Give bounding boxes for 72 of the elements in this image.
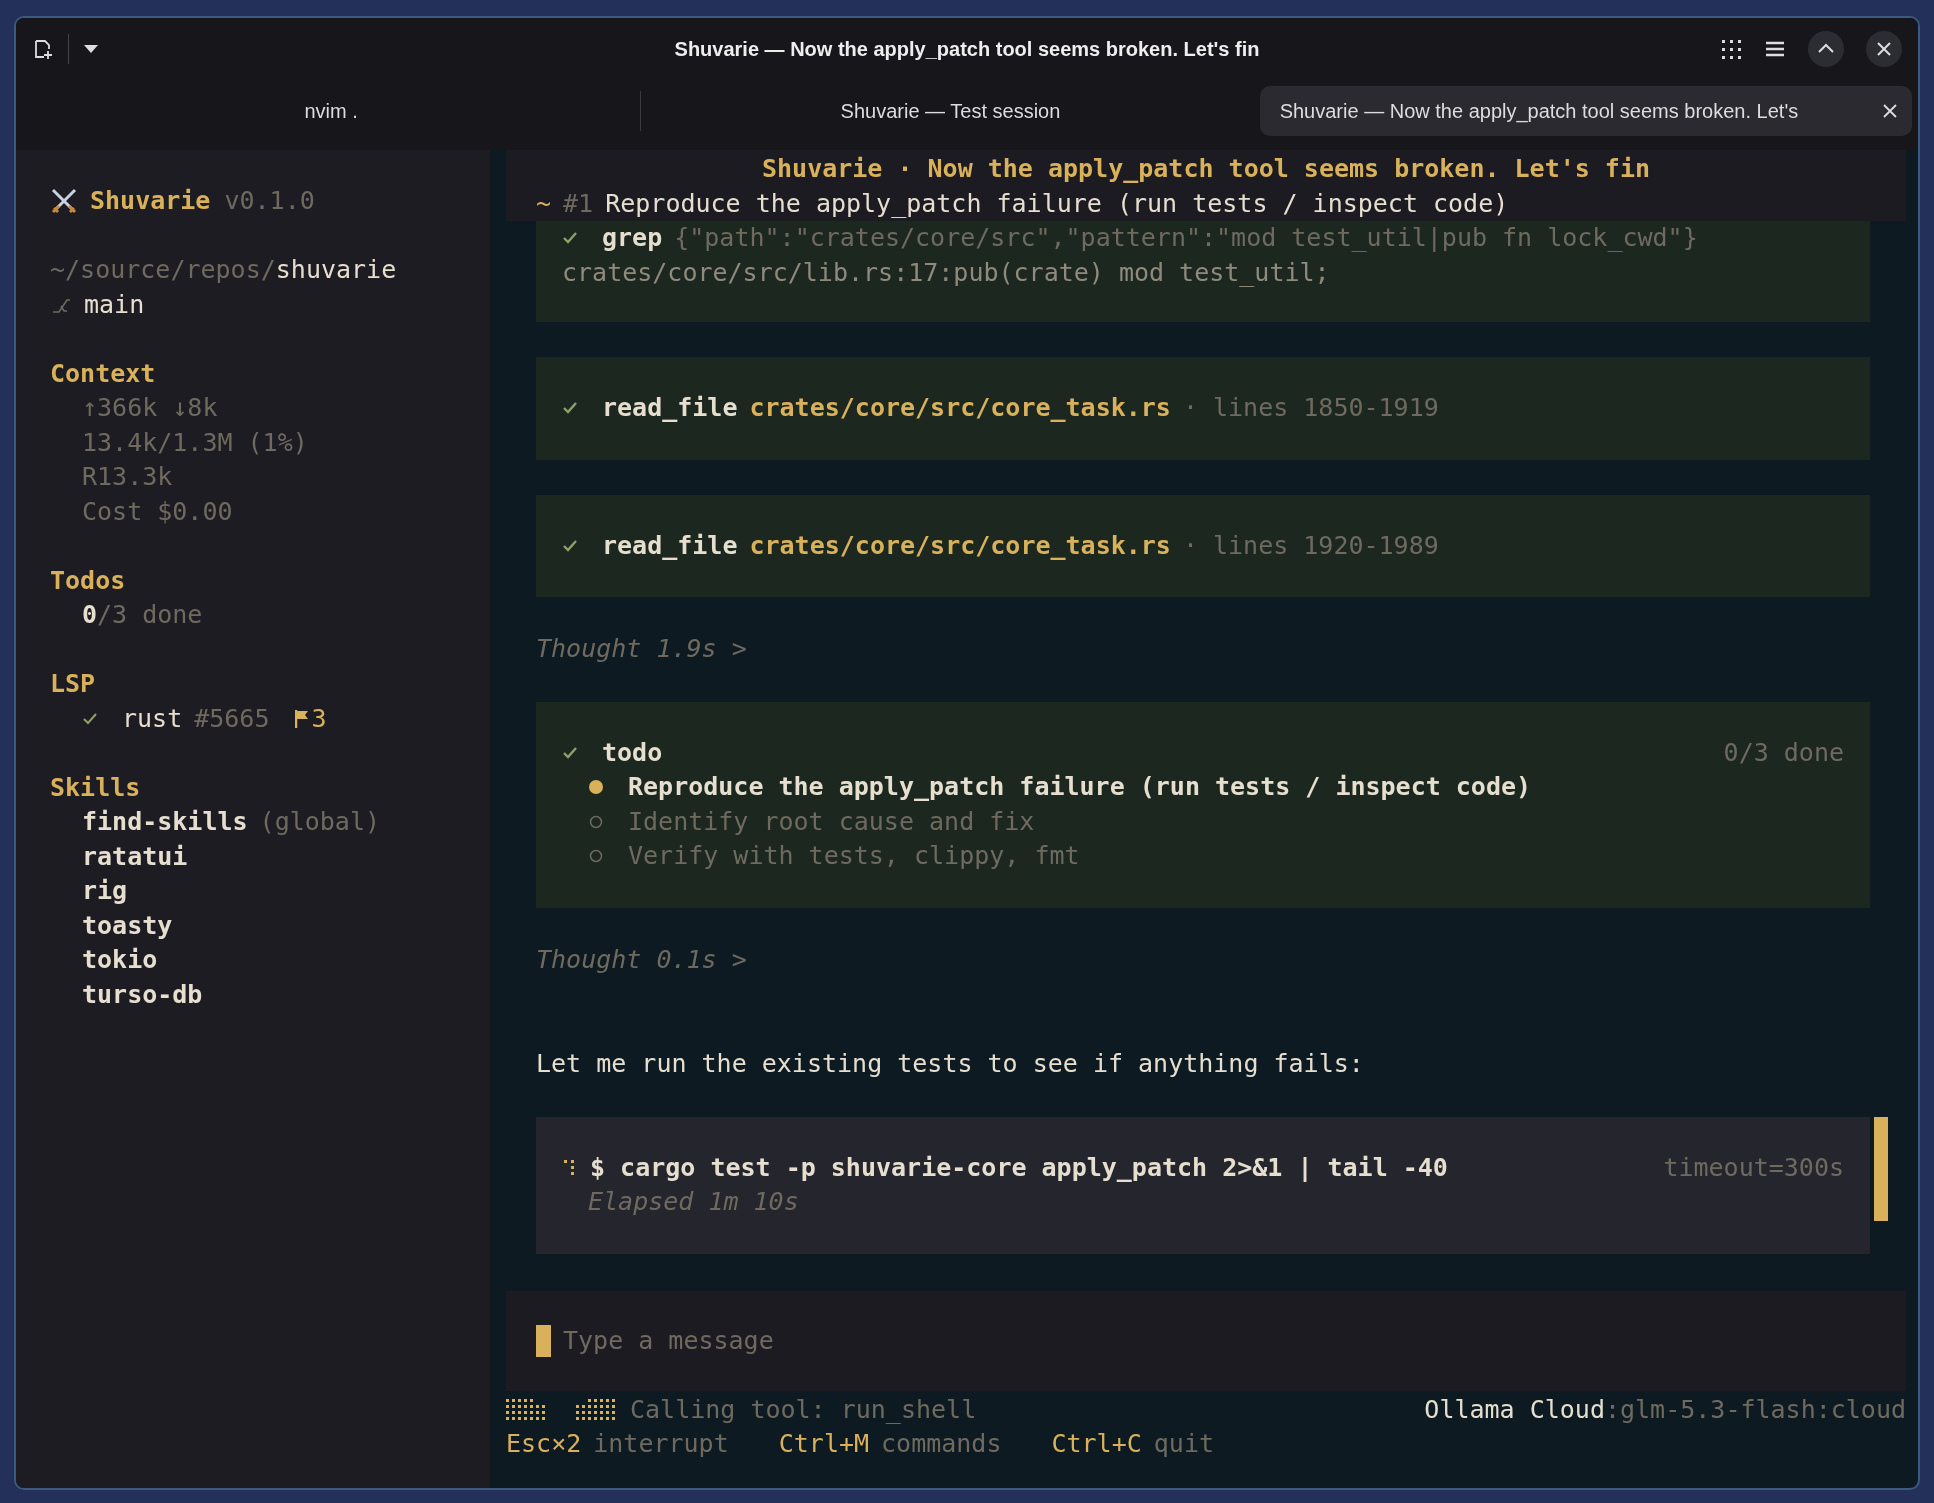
skill-name: rig xyxy=(82,875,128,907)
dropdown-caret-icon[interactable] xyxy=(83,44,99,54)
todo-item: Verify with tests, clippy, fmt xyxy=(628,840,1080,872)
app-name: Shuvarie xyxy=(90,185,211,217)
elapsed-time: Elapsed 1m 10s xyxy=(587,1186,800,1218)
context-stat: R13.3k xyxy=(81,461,174,493)
todo-count: 0/3 done xyxy=(1723,736,1844,769)
flag-icon xyxy=(295,708,310,729)
shell-command: $ cargo test -p shuvarie-core apply_patch 2>&1 | tail -40 xyxy=(590,1151,1448,1184)
branch-name: main xyxy=(84,288,145,321)
section-title: Skills xyxy=(50,771,142,804)
shortcut-key: Esc×2 xyxy=(506,1427,582,1462)
tool-output: crates/core/src/lib.rs:17:pub(crate) mod test_util; xyxy=(562,256,1331,289)
spinner-icon xyxy=(576,1398,618,1421)
shortcut-label: interrupt xyxy=(593,1428,729,1460)
section-title: Todos xyxy=(50,564,127,597)
app-version: v0.1.0 xyxy=(224,185,315,217)
file-path: crates/core/src/core_task.rs xyxy=(749,529,1171,562)
repo-path: ~/source/repos/ xyxy=(50,254,276,286)
grid-icon[interactable] xyxy=(1720,38,1742,60)
crossed-swords-icon xyxy=(50,188,78,215)
tool-name: read_file xyxy=(602,529,738,562)
repo-folder: shuvarie xyxy=(275,254,397,286)
session-title: Shuvarie · Now the apply_patch tool seems broken. Let's fin xyxy=(761,153,1651,185)
tool-name: read_file xyxy=(602,392,738,424)
section-title: Context xyxy=(50,357,157,390)
line-range: · lines 1850-1919 xyxy=(1182,392,1439,424)
skill-scope: (global) xyxy=(259,806,380,838)
text-cursor xyxy=(536,1324,551,1357)
tab[interactable]: Shuvarie — Now the apply_patch tool seems broken. Let's xyxy=(1259,86,1912,136)
window-title: Shuvarie — Now the apply_patch tool seems broken. Let's fin xyxy=(674,37,1260,61)
todo-number: #1 xyxy=(563,187,594,220)
todo-summary: 0/3 done xyxy=(81,599,204,631)
shortcut-label: commands xyxy=(881,1428,1002,1460)
current-todo: Reproduce the apply_patch failure (run tests / inspect code) xyxy=(605,187,1509,220)
shortcut-label: quit xyxy=(1153,1428,1214,1460)
command-timeout: timeout=300s xyxy=(1663,1151,1844,1184)
todo-item: Identify root cause and fix xyxy=(628,805,1035,838)
file-path: crates/core/src/core_task.rs xyxy=(749,392,1171,424)
skill-name: tokio xyxy=(82,944,158,976)
context-stat: ↑366k ↓8k xyxy=(81,392,219,424)
maximize-button[interactable] xyxy=(1808,31,1844,67)
lsp-server-id: #5665 xyxy=(194,702,270,735)
skill-name: toasty xyxy=(82,909,173,942)
menu-icon[interactable] xyxy=(1764,40,1786,58)
skill-name: find-skills xyxy=(82,806,248,838)
skill-name: turso-db xyxy=(82,978,203,1011)
spinner-icon xyxy=(506,1398,548,1421)
lsp-server-name: rust xyxy=(122,702,183,735)
todo-item: Reproduce the apply_patch failure (run tests / inspect code) xyxy=(628,771,1532,803)
context-stat: Cost $0.00 xyxy=(81,495,234,528)
close-button[interactable] xyxy=(1866,31,1902,67)
tool-name: todo xyxy=(602,736,663,769)
line-range: · lines 1920-1989 xyxy=(1182,529,1439,562)
context-stat: 13.4k/1.3M (1%) xyxy=(81,426,309,459)
tool-arguments: {"path":"crates/core/src","pattern":"mod test_util|pub fn lock_cwd"} xyxy=(674,222,1698,254)
activity-status: Calling tool: run_shell xyxy=(630,1393,977,1426)
message-field[interactable]: Type a message xyxy=(561,1325,1165,1356)
shortcut-key: Ctrl+C xyxy=(1051,1427,1142,1462)
provider-name: Ollama Cloud xyxy=(1424,1393,1605,1426)
close-tab-icon[interactable] xyxy=(1882,103,1898,119)
section-title: LSP xyxy=(50,668,97,700)
tool-name: grep xyxy=(602,222,663,254)
progress-marker: ~ xyxy=(536,187,552,220)
tab[interactable]: Shuvarie — Test session xyxy=(641,86,1260,136)
tab[interactable]: nvim . xyxy=(22,86,641,136)
model-name: :glm-5.3-flash:cloud xyxy=(1604,1393,1906,1426)
new-tab-icon[interactable] xyxy=(32,38,54,60)
shortcut-key: Ctrl+M xyxy=(778,1427,870,1462)
flag-count: 3 xyxy=(311,702,327,735)
assistant-message: Let me run the existing tests to see if anything fails: xyxy=(536,1048,1365,1080)
skill-name: ratatui xyxy=(82,840,188,873)
